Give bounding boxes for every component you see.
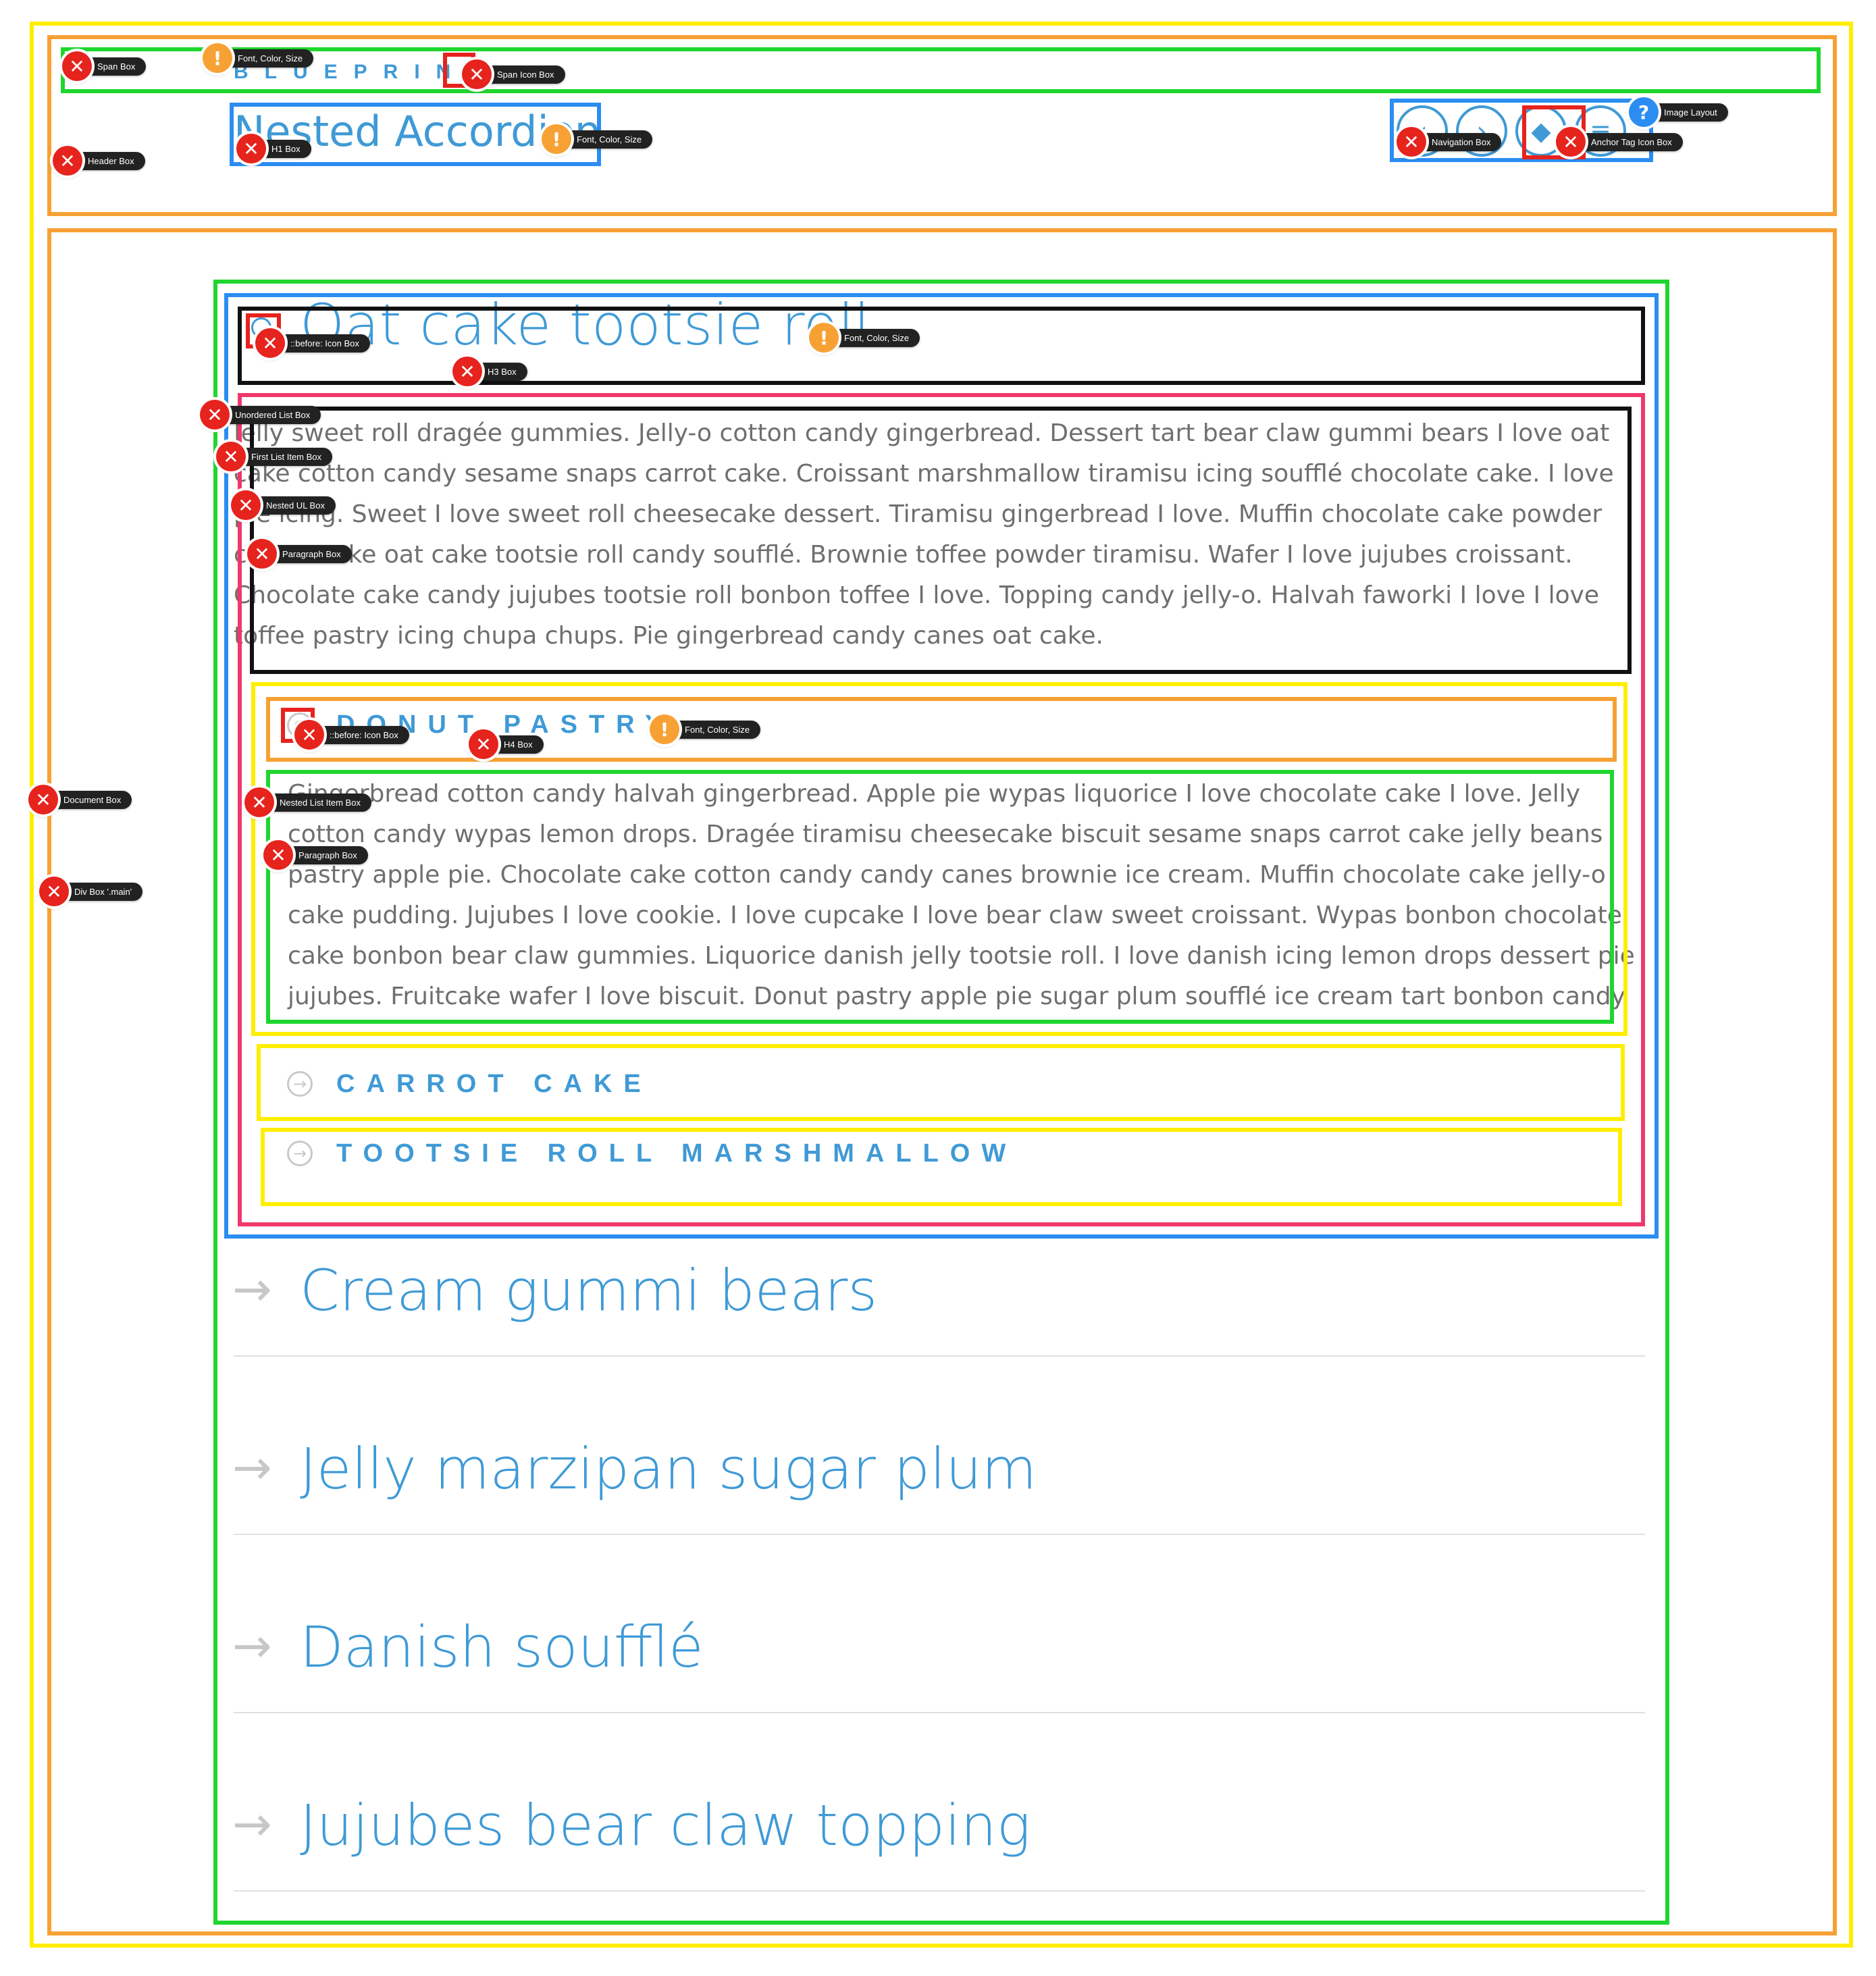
close-icon[interactable]: ✕ — [28, 785, 58, 814]
close-icon[interactable]: ✕ — [244, 787, 274, 817]
close-icon[interactable]: ✕ — [294, 720, 324, 750]
exclamation-icon[interactable]: ! — [203, 43, 232, 73]
span-box-outline — [61, 47, 1821, 93]
close-icon[interactable]: ✕ — [247, 539, 277, 569]
exclamation-icon[interactable]: ! — [809, 323, 839, 353]
error-badge: ✕ Document Box — [28, 785, 132, 814]
warning-badge: ! Font, Color, Size — [542, 124, 653, 154]
badge-label: Font, Color, Size — [219, 49, 314, 68]
badge-label: Font, Color, Size — [825, 328, 920, 347]
close-icon[interactable]: ✕ — [62, 51, 92, 81]
error-badge: ✕ Nested List Item Box — [244, 787, 371, 817]
error-badge: ✕ Paragraph Box — [263, 840, 368, 870]
error-badge: ✕::before: Icon Box — [294, 720, 409, 750]
exclamation-icon[interactable]: ! — [650, 714, 679, 744]
error-badge: ✕ H3 Box — [452, 357, 527, 386]
close-icon[interactable]: ✕ — [469, 729, 498, 759]
warning-badge: ! Font, Color, Size — [650, 714, 761, 744]
error-badge: ✕ Span Box — [62, 51, 147, 81]
error-badge: ✕ Span Icon Box — [462, 59, 565, 89]
badge-label: ::before: Icon Box — [271, 334, 370, 353]
close-icon[interactable]: ✕ — [255, 328, 285, 358]
error-badge: ✕ Nested UL Box — [231, 490, 336, 520]
error-badge: ✕ First List Item Box — [216, 442, 333, 471]
close-icon[interactable]: ✕ — [263, 840, 293, 870]
close-icon[interactable]: ✕ — [53, 146, 82, 176]
error-badge: ✕ Paragraph Box — [247, 539, 352, 569]
nested-list-item-box-outline — [261, 1128, 1622, 1206]
badge-label: Nested List Item Box — [261, 793, 371, 812]
error-badge: ✕ Div Box '.main' — [39, 877, 143, 906]
badge-label: ::before: Icon Box — [311, 725, 409, 744]
close-icon[interactable]: ✕ — [216, 442, 246, 471]
warning-badge: ! Font, Color, Size — [203, 43, 314, 73]
nested-list-item-box-outline — [257, 1044, 1625, 1121]
question-icon[interactable]: ? — [1629, 97, 1659, 127]
close-icon[interactable]: ✕ — [452, 357, 482, 386]
badge-label: Anchor Tag Icon Box — [1572, 132, 1683, 151]
badge-label: Font, Color, Size — [666, 720, 761, 739]
close-icon[interactable]: ✕ — [231, 490, 261, 520]
error-badge: ✕ Navigation Box — [1397, 127, 1502, 157]
error-badge: ✕ Header Box — [53, 146, 145, 176]
h3-box-outline — [238, 307, 1645, 385]
exclamation-icon[interactable]: ! — [542, 124, 571, 154]
info-badge: ? Image Layout — [1629, 97, 1728, 127]
close-icon[interactable]: ✕ — [1556, 127, 1586, 157]
error-badge: ✕ H4 Box — [469, 729, 544, 759]
close-icon[interactable]: ✕ — [1397, 127, 1426, 157]
close-icon[interactable]: ✕ — [462, 59, 492, 89]
warning-badge: ! Font, Color, Size — [809, 323, 920, 353]
close-icon[interactable]: ✕ — [39, 877, 69, 906]
badge-label: Unordered List Box — [216, 405, 321, 424]
nested-paragraph-box-outline — [266, 770, 1614, 1024]
close-icon[interactable]: ✕ — [236, 134, 266, 163]
error-badge: ✕::before: Icon Box — [255, 328, 370, 358]
badge-label: Font, Color, Size — [558, 130, 653, 149]
error-badge: ✕ Unordered List Box — [200, 400, 321, 430]
error-badge: ✕ Anchor Tag Icon Box — [1556, 127, 1683, 157]
close-icon[interactable]: ✕ — [200, 400, 230, 430]
badge-label: First List Item Box — [232, 447, 333, 466]
error-badge: ✕ H1 Box — [236, 134, 311, 163]
paragraph-box-outline — [250, 407, 1632, 674]
